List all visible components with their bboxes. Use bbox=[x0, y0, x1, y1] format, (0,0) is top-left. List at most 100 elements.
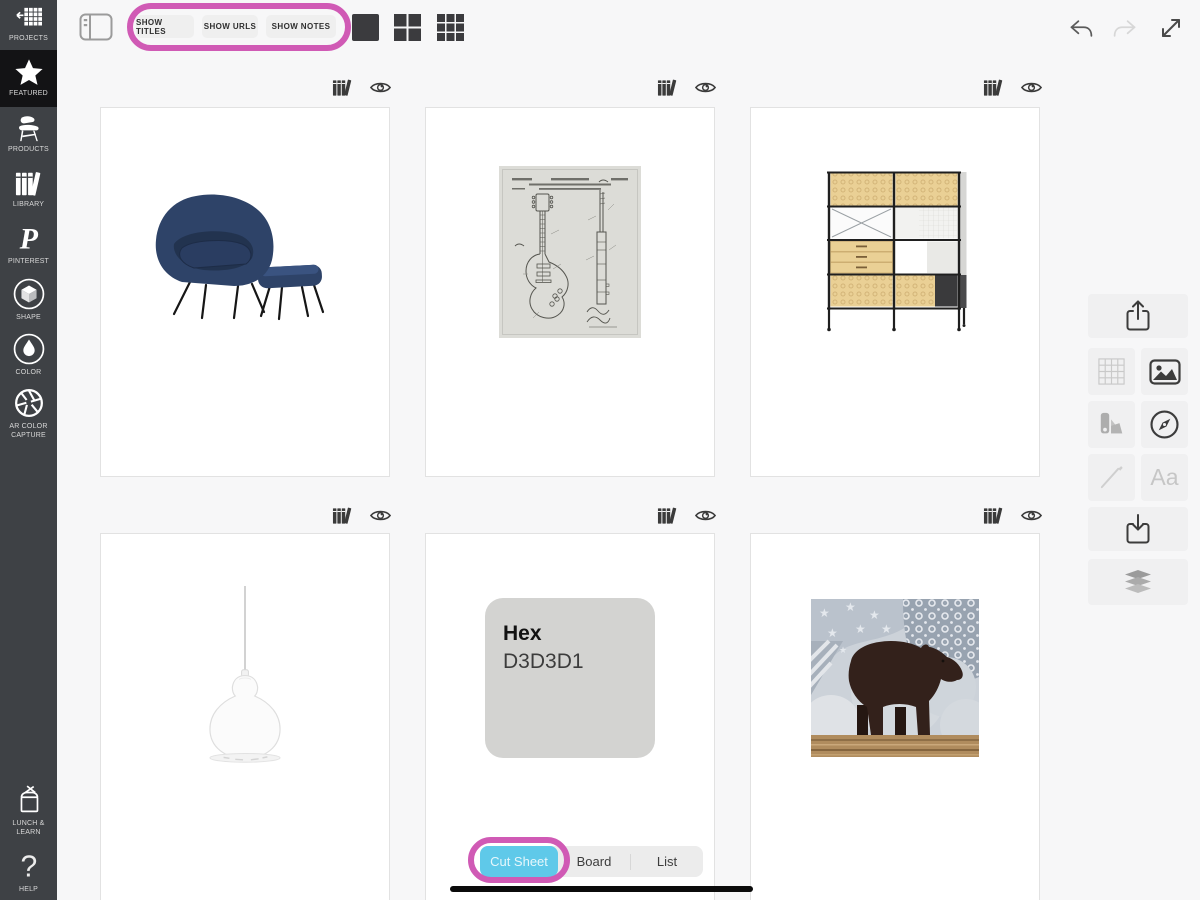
card-actions bbox=[657, 506, 717, 525]
show-titles-button[interactable]: SHOW TITLES bbox=[136, 15, 194, 38]
svg-text:P: P bbox=[18, 223, 38, 255]
pencil-icon bbox=[1097, 463, 1126, 492]
guitar-patent-image bbox=[499, 166, 641, 338]
expand-arrows-icon bbox=[1158, 15, 1184, 41]
ar-color-capture-aperture-icon bbox=[12, 386, 46, 420]
view-switcher: Cut Sheet Board List bbox=[480, 846, 703, 877]
svg-text:★: ★ bbox=[855, 622, 866, 636]
sidebar-item-shape[interactable]: SHAPE bbox=[0, 272, 57, 327]
text-tool-label: Aa bbox=[1150, 464, 1178, 491]
sidebar-item-help[interactable]: ? HELP bbox=[0, 845, 57, 900]
browser-compass-button[interactable] bbox=[1141, 401, 1188, 448]
app-window: PROJECTS FEATURED PRODUCTS bbox=[0, 0, 1200, 900]
color-drop-icon bbox=[12, 332, 46, 366]
svg-text:★: ★ bbox=[819, 606, 830, 620]
bear-sculpture-image: ★★★ ★★★ ★★ bbox=[811, 599, 979, 757]
home-indicator bbox=[450, 886, 753, 892]
preview-eye-icon[interactable] bbox=[369, 508, 392, 523]
draw-tool-button[interactable] bbox=[1088, 454, 1135, 501]
card-pendant-lamp[interactable] bbox=[100, 533, 390, 900]
sidebar-item-label: SHAPE bbox=[16, 314, 41, 323]
card-actions bbox=[983, 78, 1043, 97]
compass-icon bbox=[1149, 409, 1180, 440]
sidebar-item-label: LUNCH & LEARN bbox=[3, 820, 55, 838]
help-question-icon: ? bbox=[16, 851, 42, 883]
sidebar-item-label: COLOR bbox=[16, 369, 42, 378]
show-urls-button[interactable]: SHOW URLS bbox=[202, 15, 258, 38]
import-icon bbox=[1123, 512, 1153, 546]
card-guitar-patent[interactable] bbox=[425, 107, 715, 477]
card-storage-unit[interactable] bbox=[750, 107, 1040, 477]
sidebar-item-library[interactable]: LIBRARY bbox=[0, 162, 57, 217]
layers-button[interactable] bbox=[1088, 559, 1188, 605]
image-tool-icon bbox=[1149, 359, 1181, 385]
import-button[interactable] bbox=[1088, 507, 1188, 551]
material-swatches-button[interactable] bbox=[1088, 401, 1135, 448]
sidebar-item-featured[interactable]: FEATURED bbox=[0, 50, 57, 107]
sidebar-item-label: HELP bbox=[19, 886, 38, 895]
card-bear-sculpture[interactable]: ★★★ ★★★ ★★ bbox=[750, 533, 1040, 900]
sidebar-item-products[interactable]: PRODUCTS bbox=[0, 107, 57, 162]
lounge-chair-ottoman-image bbox=[130, 182, 360, 322]
card-lounge-chair[interactable] bbox=[100, 107, 390, 477]
view-option-cut-sheet[interactable]: Cut Sheet bbox=[480, 846, 558, 877]
view-option-board[interactable]: Board bbox=[558, 854, 630, 869]
sidebar-item-ar-color-capture[interactable]: AR COLOR CAPTURE bbox=[0, 382, 57, 444]
grid-tool-button[interactable] bbox=[1088, 348, 1135, 395]
svg-text:★: ★ bbox=[869, 608, 880, 622]
sidebar-item-label: AR COLOR CAPTURE bbox=[3, 423, 55, 441]
projects-grid-icon bbox=[15, 6, 43, 32]
sidebar-item-lunch-learn[interactable]: LUNCH & LEARN bbox=[0, 777, 57, 845]
view-grid-2x2-button[interactable] bbox=[393, 13, 422, 42]
card-actions bbox=[332, 78, 392, 97]
preview-eye-icon[interactable] bbox=[369, 80, 392, 95]
featured-star-icon bbox=[14, 58, 44, 87]
sidebar-item-projects[interactable]: PROJECTS bbox=[0, 0, 57, 50]
library-add-icon[interactable] bbox=[983, 506, 1006, 525]
layers-icon bbox=[1123, 570, 1153, 595]
swatch-title: Hex bbox=[503, 622, 655, 646]
library-add-icon[interactable] bbox=[657, 78, 680, 97]
show-notes-button[interactable]: SHOW NOTES bbox=[266, 15, 336, 38]
library-add-icon[interactable] bbox=[983, 78, 1006, 97]
undo-button[interactable] bbox=[1068, 17, 1094, 41]
library-books-icon bbox=[13, 170, 45, 198]
sidebar-item-label: PRODUCTS bbox=[8, 146, 49, 155]
shape-cube-icon bbox=[12, 277, 46, 311]
share-button[interactable] bbox=[1088, 294, 1188, 338]
image-tool-button[interactable] bbox=[1141, 348, 1188, 395]
material-swatches-icon bbox=[1098, 411, 1126, 439]
text-tool-button[interactable]: Aa bbox=[1141, 454, 1188, 501]
redo-icon bbox=[1112, 17, 1138, 41]
undo-icon bbox=[1068, 17, 1094, 41]
library-add-icon[interactable] bbox=[332, 78, 355, 97]
library-add-icon[interactable] bbox=[332, 506, 355, 525]
storage-unit-image bbox=[823, 170, 968, 335]
view-grid-3x3-button[interactable] bbox=[436, 13, 465, 42]
preview-eye-icon[interactable] bbox=[694, 80, 717, 95]
sidebar-spacer bbox=[0, 444, 57, 777]
preview-eye-icon[interactable] bbox=[1020, 80, 1043, 95]
redo-button[interactable] bbox=[1112, 17, 1138, 41]
card-actions bbox=[657, 78, 717, 97]
sidebar-item-pinterest[interactable]: P PINTEREST bbox=[0, 217, 57, 272]
fullscreen-button[interactable] bbox=[1158, 15, 1184, 41]
preview-eye-icon[interactable] bbox=[694, 508, 717, 523]
preview-eye-icon[interactable] bbox=[1020, 508, 1043, 523]
sidebar-toggle-button[interactable] bbox=[79, 13, 113, 41]
sidebar-item-label: FEATURED bbox=[9, 90, 48, 99]
view-single-button[interactable] bbox=[351, 13, 380, 42]
sidebar-item-label: PROJECTS bbox=[9, 35, 48, 44]
card-hex-swatch[interactable]: Hex D3D3D1 bbox=[425, 533, 715, 900]
svg-text:?: ? bbox=[20, 851, 37, 883]
card-actions bbox=[332, 506, 392, 525]
view-option-list[interactable]: List bbox=[631, 854, 703, 869]
single-view-icon bbox=[351, 13, 380, 42]
svg-text:★: ★ bbox=[845, 600, 856, 614]
lunch-learn-bag-icon bbox=[13, 785, 45, 817]
sidebar-item-color[interactable]: COLOR bbox=[0, 327, 57, 382]
svg-text:★: ★ bbox=[839, 645, 847, 655]
color-swatch: Hex D3D3D1 bbox=[485, 598, 655, 758]
library-add-icon[interactable] bbox=[657, 506, 680, 525]
sidebar-toggle-icon bbox=[79, 13, 113, 41]
